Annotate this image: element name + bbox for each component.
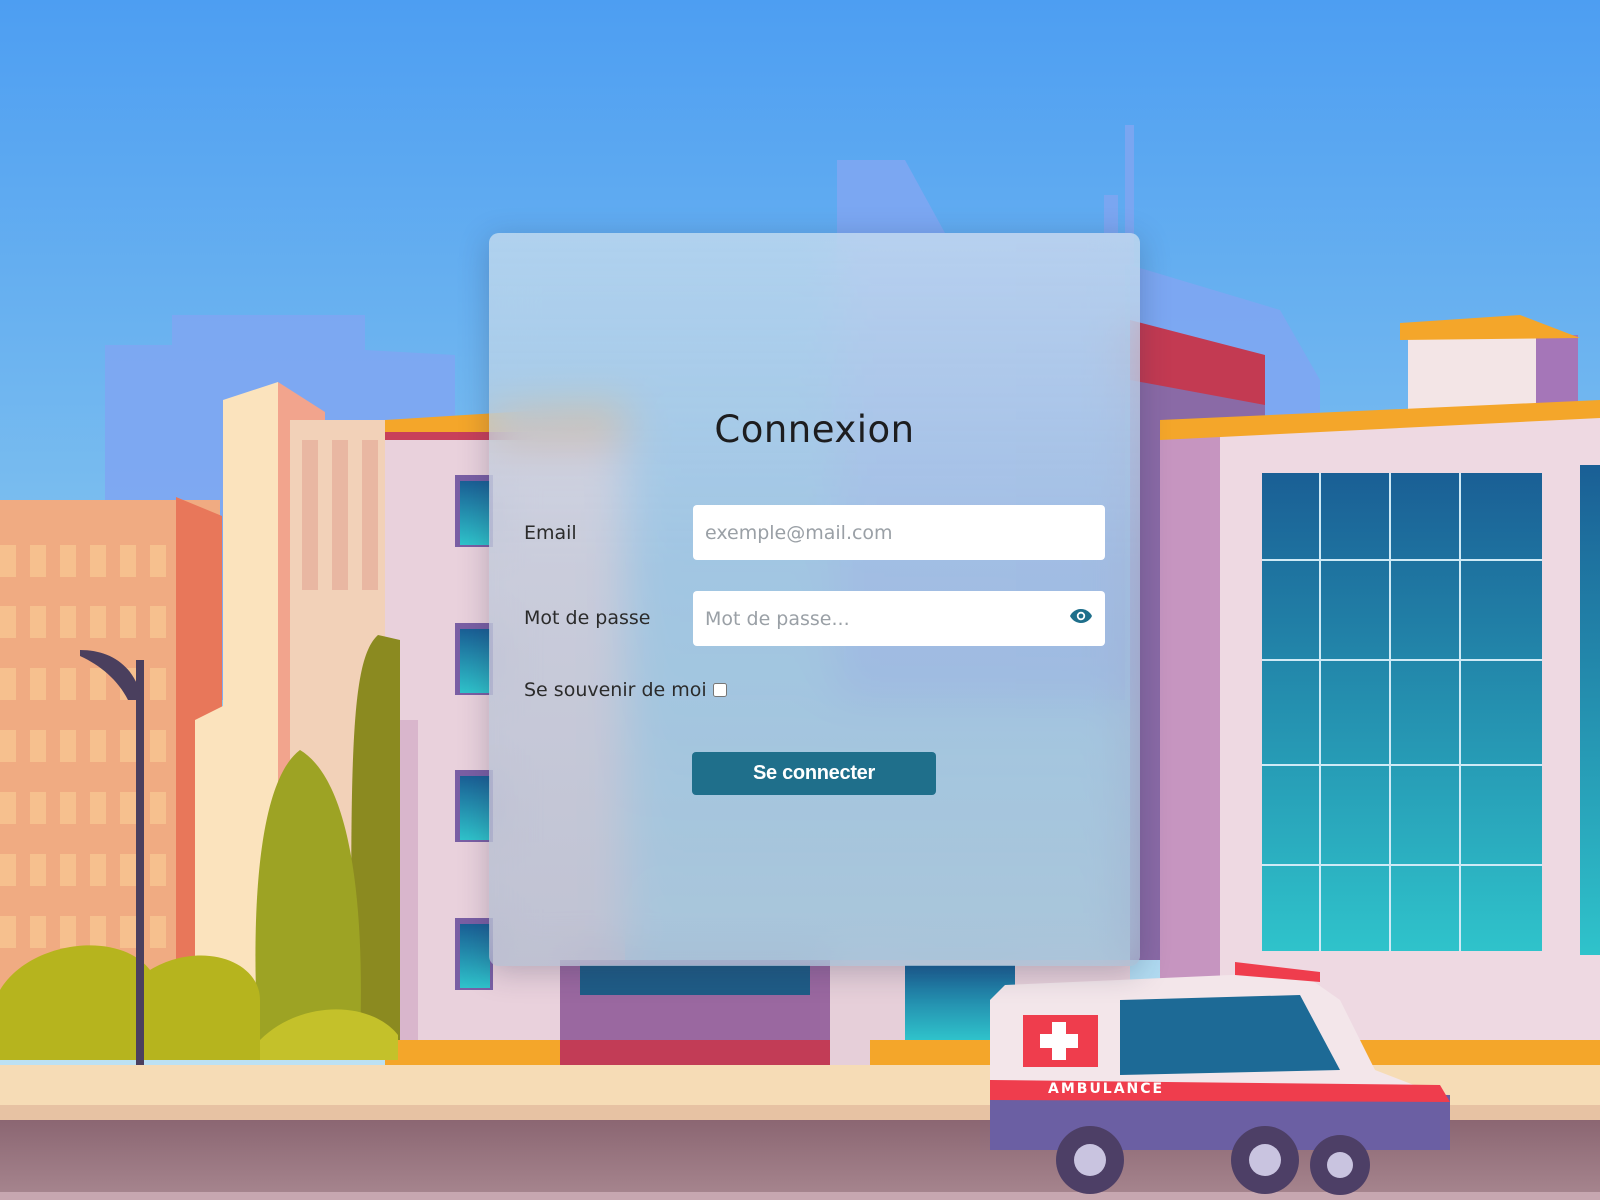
password-label: Mot de passe [524, 607, 651, 629]
remember-me-label: Se souvenir de moi [524, 679, 707, 701]
login-card: Connexion Email Mot de passe Se souvenir… [489, 233, 1140, 966]
show-password-eye-icon[interactable] [1069, 608, 1093, 624]
email-label: Email [524, 522, 577, 544]
password-field[interactable] [693, 591, 1105, 646]
login-button[interactable]: Se connecter [692, 752, 936, 795]
remember-me-checkbox[interactable] [713, 683, 727, 697]
email-field[interactable] [693, 505, 1105, 560]
page-title: Connexion [714, 408, 915, 451]
svg-text:AMBULANCE: AMBULANCE [1048, 1081, 1164, 1097]
background-hospital-right [1130, 315, 1600, 1070]
